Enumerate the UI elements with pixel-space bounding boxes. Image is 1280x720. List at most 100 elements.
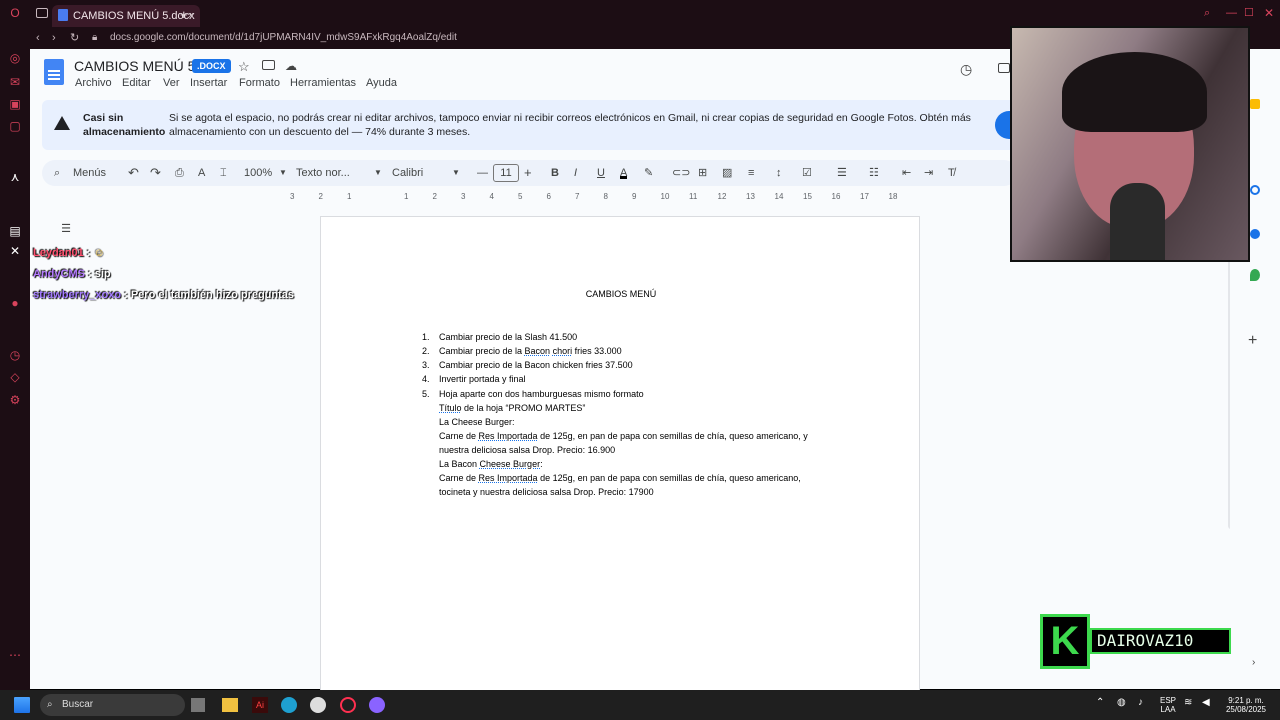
bold-icon[interactable]: B — [551, 165, 559, 181]
link-icon[interactable]: ⊂⊃ — [672, 165, 690, 181]
messenger-icon[interactable]: ✉ — [8, 75, 22, 89]
opera-logo-icon[interactable]: O — [8, 6, 22, 20]
docs-logo-icon[interactable] — [44, 59, 64, 85]
mic-icon[interactable]: ♪ — [1138, 697, 1143, 708]
add-addon-icon[interactable]: + — [1248, 332, 1257, 350]
file-explorer-icon[interactable] — [222, 698, 238, 712]
star-icon[interactable]: ☆ — [238, 59, 250, 75]
version-history-icon[interactable]: ◷ — [960, 61, 972, 78]
underline-icon[interactable]: U — [597, 165, 605, 181]
tab-active[interactable]: CAMBIOS MENÚ 5.docx × — [52, 5, 200, 27]
spellcheck-icon[interactable]: A — [198, 165, 205, 181]
expand-panel-icon[interactable]: › — [1252, 657, 1255, 668]
comments-icon[interactable] — [998, 63, 1010, 73]
checklist-icon[interactable]: ☑ — [802, 165, 812, 181]
close-window-icon[interactable]: ✕ — [1264, 6, 1274, 20]
clear-formatting-icon[interactable]: T̸ — [948, 165, 955, 181]
maps-icon[interactable] — [1250, 269, 1260, 281]
history-icon[interactable]: ◷ — [8, 348, 22, 362]
undo-icon[interactable]: ↶ — [128, 165, 139, 181]
tab-close-icon[interactable]: × — [188, 5, 194, 27]
whatsapp-icon[interactable]: ▣ — [8, 97, 22, 111]
settings-icon[interactable]: ⚙ — [8, 393, 22, 407]
chat-message: AndyCMS : sip — [33, 268, 111, 280]
document-title[interactable]: CAMBIOS MENÚ 5 — [74, 58, 195, 74]
illustrator-icon[interactable]: Ai — [252, 697, 268, 713]
redo-icon[interactable]: ↷ — [150, 165, 161, 181]
search-menus-icon[interactable]: ⌕ — [54, 165, 60, 181]
tab-island-icon[interactable] — [36, 8, 48, 18]
move-folder-icon[interactable] — [262, 60, 275, 70]
keep-icon[interactable] — [1250, 99, 1260, 109]
bulleted-list-icon[interactable]: ☰ — [837, 165, 847, 181]
language-indicator[interactable]: ESP LAA — [1160, 696, 1176, 714]
style-select[interactable]: Texto nor... — [296, 165, 350, 181]
document-page[interactable]: CAMBIOS MENÚ 1. Cambiar precio de la Slas… — [320, 216, 920, 696]
menu-editar[interactable]: Editar — [122, 77, 151, 89]
task-view-icon[interactable] — [191, 698, 205, 712]
bookmark-icon[interactable]: ◇ — [8, 370, 22, 384]
line-spacing-icon[interactable]: ↕ — [776, 165, 782, 181]
edge-icon[interactable] — [281, 697, 297, 713]
numbered-list-icon[interactable]: ☷ — [869, 165, 879, 181]
teams-icon[interactable]: ▤ — [8, 224, 22, 238]
taskbar-search[interactable]: ⌕ Buscar — [40, 694, 185, 716]
menu-ayuda[interactable]: Ayuda — [366, 77, 397, 89]
maximize-icon[interactable]: ☐ — [1244, 6, 1254, 19]
instagram-icon[interactable]: ▢ — [8, 119, 22, 133]
search-menus-input[interactable]: Menús — [73, 165, 106, 181]
wifi-icon[interactable]: ≋ — [1184, 697, 1192, 708]
menu-insertar[interactable]: Insertar — [190, 77, 227, 89]
increase-indent-icon[interactable]: ⇥ — [924, 165, 933, 181]
add-comment-icon[interactable]: ⊞ — [698, 165, 707, 181]
clock[interactable]: 9:21 p. m. 25/08/2025 — [1224, 696, 1268, 714]
tasks-icon[interactable] — [1250, 185, 1260, 195]
x-twitter-icon[interactable]: ✕ — [8, 244, 22, 258]
more-icon[interactable]: ⋯ — [8, 648, 22, 662]
minimize-icon[interactable]: — — [1226, 7, 1237, 19]
menu-herramientas[interactable]: Herramientas — [290, 77, 356, 89]
font-chevron-icon[interactable]: ▼ — [452, 165, 460, 181]
italic-icon[interactable]: I — [574, 165, 577, 181]
decrease-indent-icon[interactable]: ⇤ — [902, 165, 911, 181]
insert-image-icon[interactable]: ▨ — [722, 165, 732, 181]
increase-font-icon[interactable]: + — [524, 165, 532, 181]
align-icon[interactable]: ≡ — [748, 165, 754, 181]
text-color-icon[interactable]: A — [620, 165, 628, 179]
font-select[interactable]: Calibri — [392, 165, 423, 181]
reload-icon[interactable]: ↻ — [70, 31, 79, 44]
windows-start-icon[interactable] — [14, 697, 30, 713]
volume-icon[interactable]: ◀ — [1202, 697, 1210, 708]
decrease-font-icon[interactable]: — — [477, 165, 488, 181]
obs-icon[interactable] — [310, 697, 326, 713]
menu-archivo[interactable]: Archivo — [75, 77, 112, 89]
zoom-chevron-icon[interactable]: ▼ — [279, 165, 287, 181]
aria-icon[interactable]: ◎ — [8, 51, 22, 65]
document-outline-icon[interactable]: ☰ — [54, 222, 78, 238]
discord-icon[interactable] — [369, 697, 385, 713]
forward-icon[interactable]: › — [52, 32, 56, 44]
search-tabs-icon[interactable]: ⌕ — [1204, 7, 1210, 20]
back-icon[interactable]: ‹ — [36, 32, 40, 44]
new-tab-button[interactable]: + — [180, 7, 188, 22]
tray-chevron-icon[interactable]: ⌃ — [1096, 697, 1104, 708]
contacts-icon[interactable] — [1250, 229, 1260, 239]
zoom-select[interactable]: 100% — [244, 165, 272, 181]
font-size-input[interactable]: 11 — [493, 164, 519, 182]
highlight-icon[interactable]: ✎ — [644, 165, 653, 181]
list-item: 1. Cambiar precio de la Slash 41.500 — [422, 332, 578, 342]
ruler-tick: 4 — [489, 192, 494, 201]
vpn-icon[interactable]: ⋏ — [8, 170, 22, 184]
style-chevron-icon[interactable]: ▼ — [374, 165, 382, 181]
banner-title: Casi sin almacenamiento — [83, 112, 166, 138]
ruler-tick: 5 — [518, 192, 523, 201]
paint-format-icon[interactable]: ⌶ — [220, 165, 227, 181]
music-icon[interactable]: ● — [8, 296, 22, 310]
print-icon[interactable]: ⎙ — [175, 165, 184, 181]
opera-taskbar-icon[interactable] — [340, 697, 356, 713]
menu-formato[interactable]: Formato — [239, 77, 280, 89]
microphone — [1110, 183, 1165, 260]
network-icon[interactable]: ◍ — [1117, 697, 1126, 708]
menu-ver[interactable]: Ver — [163, 77, 180, 89]
url-field[interactable]: docs.google.com/document/d/1d7jUPMARN4IV… — [110, 32, 457, 43]
